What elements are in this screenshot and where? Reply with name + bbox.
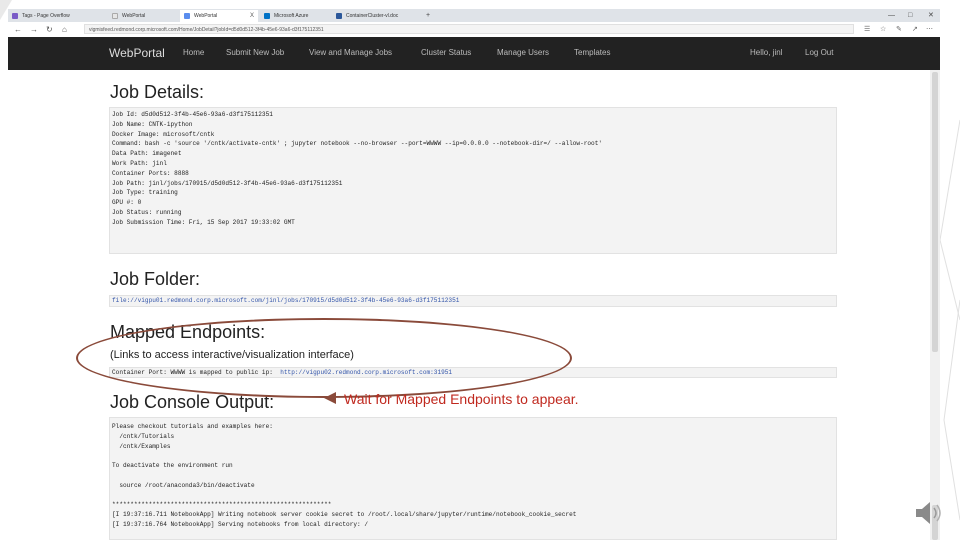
slide-edge-decoration: [939, 119, 960, 521]
reading-view-icon[interactable]: ☰: [864, 24, 870, 35]
tab-label: ContainerCluster-vl.doc: [346, 13, 399, 19]
browser-tab[interactable]: WebPortal: [108, 10, 178, 22]
job-detail-line: Job Type: training: [112, 189, 178, 197]
job-details-panel: Job Id: d5d0d512-3f4b-45e6-93a6-d3f17511…: [109, 107, 837, 254]
job-detail-line: Docker Image: microsoft/cntk: [112, 130, 215, 138]
tab-favicon-icon: [336, 13, 342, 19]
job-detail-line: Command: bash -c 'source '/cntk/activate…: [112, 140, 603, 148]
favorites-icon[interactable]: ☆: [880, 24, 886, 35]
nav-cluster-status[interactable]: Cluster Status: [421, 48, 471, 57]
nav-manage-users[interactable]: Manage Users: [497, 48, 549, 57]
tab-label: Tags - Page Overflow: [22, 13, 70, 19]
tab-label: WebPortal: [194, 13, 218, 19]
nav-view-manage-jobs[interactable]: View and Manage Jobs: [309, 48, 392, 57]
console-line: [I 19:37:16.711 NotebookApp] Writing not…: [112, 511, 577, 519]
console-line: source /root/anaconda3/bin/deactivate: [112, 481, 255, 489]
tab-favicon-icon: [184, 13, 190, 19]
home-icon[interactable]: ⌂: [62, 24, 67, 35]
forward-arrow-icon[interactable]: →: [30, 24, 38, 35]
back-arrow-icon[interactable]: ←: [14, 24, 22, 35]
url-input[interactable]: vigmisfeed.redmond.corp.microsoft.com/Ho…: [84, 24, 854, 34]
logout-link[interactable]: Log Out: [805, 48, 833, 57]
more-icon[interactable]: ⋯: [926, 24, 933, 35]
job-detail-line: Job Path: jinl/jobs/170915/d5d0d512-3f4b…: [112, 179, 343, 187]
tab-label: Microsoft Azure: [274, 13, 309, 19]
console-line: /cntk/Examples: [112, 442, 171, 450]
console-output-panel: Please checkout tutorials and examples h…: [109, 417, 837, 540]
annotation-text: Wait for Mapped Endpoints to appear.: [344, 391, 579, 407]
job-folder-link[interactable]: file://vigpu01.redmond.corp.microsoft.co…: [112, 296, 836, 306]
browser-tab-bar: Tags - Page Overflow WebPortal WebPortal…: [8, 9, 940, 22]
brand-logo[interactable]: WebPortal: [109, 46, 165, 60]
job-detail-line: Work Path: jinl: [112, 159, 167, 167]
tab-favicon-icon: [112, 13, 118, 19]
tab-label: WebPortal: [122, 13, 146, 19]
job-detail-line: Job Status: running: [112, 208, 182, 216]
tab-favicon-icon: [12, 13, 18, 19]
user-greeting[interactable]: Hello, jinl: [750, 48, 782, 57]
speaker-icon[interactable]: [912, 496, 946, 530]
job-detail-line: Data Path: imagenet: [112, 150, 182, 158]
notes-icon[interactable]: ✎: [896, 24, 902, 35]
browser-tab-active[interactable]: WebPortal X: [180, 10, 258, 22]
tab-close-icon[interactable]: X: [250, 10, 254, 22]
window-close-icon[interactable]: ✕: [928, 9, 934, 22]
scrollbar-thumb[interactable]: [932, 72, 938, 352]
share-icon[interactable]: ↗: [912, 24, 918, 35]
job-folder-panel: file://vigpu01.redmond.corp.microsoft.co…: [109, 295, 837, 307]
tab-favicon-icon: [264, 13, 270, 19]
job-detail-line: Container Ports: 8888: [112, 169, 189, 177]
job-folder-heading: Job Folder:: [110, 269, 201, 289]
refresh-icon[interactable]: ↻: [46, 24, 53, 35]
console-line: [I 19:37:16.764 NotebookApp] Serving not…: [112, 520, 368, 528]
console-line: /cntk/Tutorials: [112, 432, 175, 440]
console-line: Please checkout tutorials and examples h…: [112, 423, 273, 430]
new-tab-icon[interactable]: +: [426, 9, 430, 22]
browser-tab[interactable]: Microsoft Azure: [260, 10, 330, 22]
job-detail-line: Job Id: d5d0d512-3f4b-45e6-93a6-d3f17511…: [112, 111, 273, 118]
nav-templates[interactable]: Templates: [574, 48, 610, 57]
annotation-arrow-icon: [324, 392, 336, 404]
site-navbar: WebPortal Home Submit New Job View and M…: [8, 37, 940, 70]
job-detail-line: Job Submission Time: Fri, 15 Sep 2017 19…: [112, 218, 295, 226]
maximize-icon[interactable]: □: [908, 9, 912, 22]
console-line: To deactivate the environment run: [112, 462, 233, 470]
job-details-heading: Job Details:: [110, 82, 205, 102]
job-detail-line: Job Name: CNTK-ipython: [112, 120, 193, 128]
browser-tab[interactable]: Tags - Page Overflow: [8, 10, 88, 22]
nav-submit-new-job[interactable]: Submit New Job: [226, 48, 284, 57]
highlight-ellipse: [76, 318, 572, 398]
browser-tab[interactable]: ContainerCluster-vl.doc: [332, 10, 422, 22]
job-detail-line: GPU #: 0: [112, 199, 142, 207]
minimize-icon[interactable]: —: [888, 9, 895, 22]
browser-address-bar: ← → ↻ ⌂ vigmisfeed.redmond.corp.microsof…: [8, 22, 940, 38]
console-line: ****************************************…: [112, 501, 332, 509]
nav-home[interactable]: Home: [183, 48, 204, 57]
